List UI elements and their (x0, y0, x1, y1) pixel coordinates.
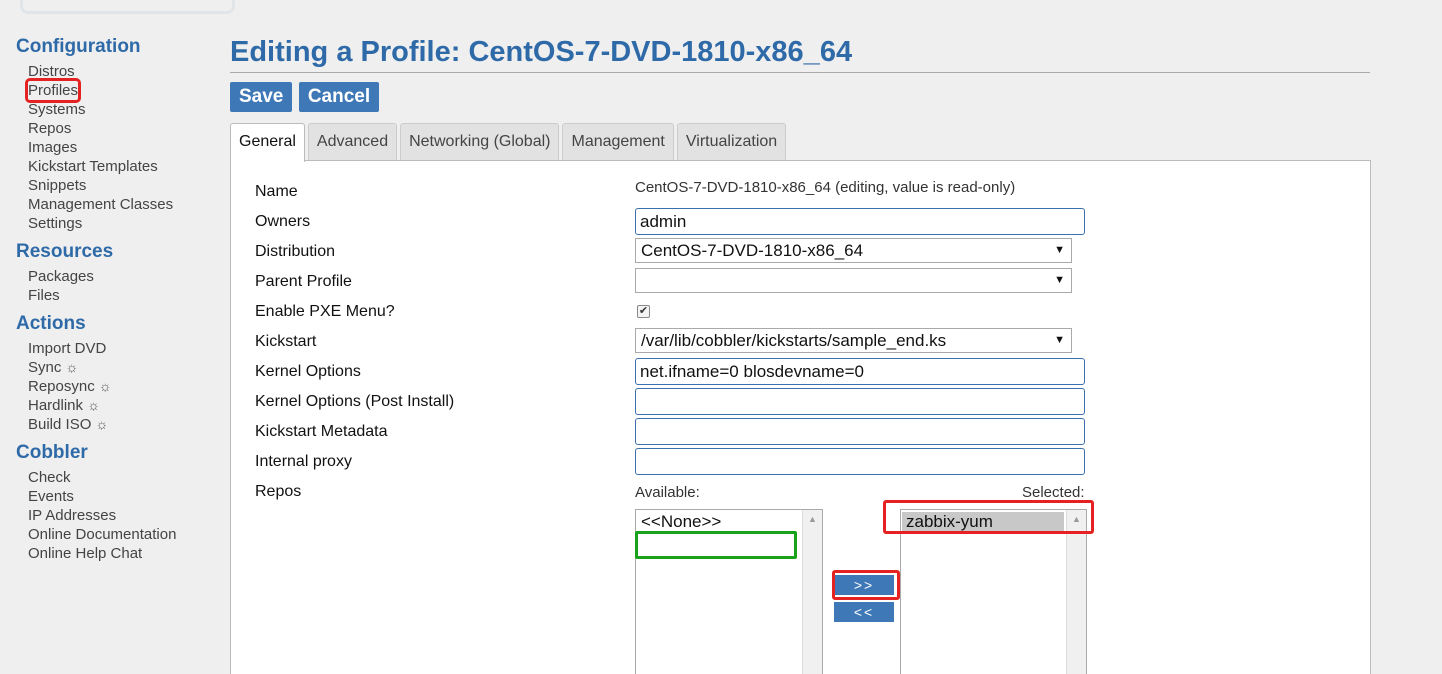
sidebar-item-hardlink-label: Hardlink (28, 397, 84, 414)
sidebar-item-images[interactable]: Images (28, 138, 216, 157)
kickstart-label: Kickstart (255, 333, 317, 350)
distribution-label: Distribution (255, 243, 336, 260)
sidebar-item-distros[interactable]: Distros (28, 62, 216, 81)
dropdown-arrow-icon: ▼ (1054, 334, 1065, 346)
tab-advanced[interactable]: Advanced (307, 123, 398, 161)
gear-icon: ☼ (65, 359, 79, 375)
dropdown-arrow-icon: ▼ (1054, 244, 1065, 256)
sidebar-item-snippets[interactable]: Snippets (28, 176, 216, 195)
sidebar-cobbler-list: Check Events IP Addresses Online Documen… (28, 468, 216, 563)
sidebar-item-build-iso-label: Build ISO (28, 416, 92, 433)
sidebar-item-repos[interactable]: Repos (28, 119, 216, 138)
sidebar-item-sync-label: Sync (28, 359, 62, 376)
sidebar-item-files[interactable]: Files (28, 286, 216, 305)
sidebar-heading-configuration: Configuration (16, 36, 141, 57)
parent-profile-select[interactable]: ▼ (635, 268, 1072, 293)
list-item[interactable]: <<None>> (637, 512, 821, 532)
sidebar-item-build-iso[interactable]: Build ISO ☼ (28, 415, 216, 434)
owners-label: Owners (255, 213, 311, 230)
kernel-options-post-label: Kernel Options (Post Install) (255, 393, 455, 410)
annotation-red-box (832, 570, 900, 600)
sidebar-item-settings[interactable]: Settings (28, 214, 216, 233)
enable-pxe-label: Enable PXE Menu? (255, 303, 395, 320)
save-button[interactable]: Save (230, 82, 293, 112)
action-buttons: Save Cancel (230, 82, 1370, 114)
sidebar-item-ip-addresses[interactable]: IP Addresses (28, 506, 216, 525)
kernel-options-post-field[interactable] (635, 388, 1085, 415)
kickstart-select[interactable]: /var/lib/cobbler/kickstarts/sample_end.k… (635, 328, 1072, 353)
kickstart-metadata-field[interactable] (635, 418, 1085, 445)
tab-bar: General Advanced Networking (Global) Man… (230, 123, 1370, 162)
kickstart-metadata-label: Kickstart Metadata (255, 423, 388, 440)
cobbler-logo (20, 0, 235, 14)
gear-icon: ☼ (87, 397, 101, 413)
parent-profile-label: Parent Profile (255, 273, 352, 290)
distribution-select[interactable]: CentOS-7-DVD-1810-x86_64 ▼ (635, 238, 1072, 263)
kickstart-selected-value: /var/lib/cobbler/kickstarts/sample_end.k… (641, 331, 947, 350)
sidebar-item-management-classes[interactable]: Management Classes (28, 195, 216, 214)
sidebar-resources-list: Packages Files (28, 267, 216, 305)
remove-repo-button[interactable]: << (834, 602, 894, 622)
sidebar-item-online-documentation[interactable]: Online Documentation (28, 525, 216, 544)
sidebar-item-sync[interactable]: Sync ☼ (28, 358, 216, 377)
kernel-options-label: Kernel Options (255, 363, 361, 380)
owners-field[interactable]: admin (635, 208, 1085, 235)
tab-management[interactable]: Management (562, 123, 674, 161)
main-content: Editing a Profile: CentOS-7-DVD-1810-x86… (230, 34, 1371, 674)
internal-proxy-field[interactable] (635, 448, 1085, 475)
sidebar-item-systems[interactable]: Systems (28, 100, 216, 119)
sidebar-item-hardlink[interactable]: Hardlink ☼ (28, 396, 216, 415)
distribution-selected-value: CentOS-7-DVD-1810-x86_64 (641, 241, 864, 260)
dropdown-arrow-icon: ▼ (1054, 274, 1065, 286)
page-title: Editing a Profile: CentOS-7-DVD-1810-x86… (230, 34, 1370, 73)
sidebar-item-reposync-label: Reposync (28, 378, 95, 395)
scroll-up-icon: ▲ (808, 514, 817, 524)
sidebar-item-packages[interactable]: Packages (28, 267, 216, 286)
tab-networking-global[interactable]: Networking (Global) (400, 123, 560, 161)
sidebar: Configuration Distros Profiles Systems R… (16, 36, 216, 571)
sidebar-item-reposync[interactable]: Reposync ☼ (28, 377, 216, 396)
cancel-button[interactable]: Cancel (298, 82, 380, 112)
internal-proxy-label: Internal proxy (255, 453, 352, 470)
tab-general[interactable]: General (230, 123, 305, 162)
repos-label: Repos (255, 483, 302, 500)
sidebar-item-profiles[interactable]: Profiles (24, 78, 82, 103)
sidebar-heading-cobbler: Cobbler (16, 442, 88, 463)
name-value: CentOS-7-DVD-1810-x86_64 (editing, value… (635, 179, 1016, 196)
scrollbar[interactable]: ▲ (802, 510, 822, 674)
sidebar-configuration-list: Distros Profiles Systems Repos Images Ki… (24, 62, 216, 233)
annotation-green-box (635, 531, 797, 559)
sidebar-actions-list: Import DVD Sync ☼ Reposync ☼ Hardlink ☼ … (28, 339, 216, 434)
sidebar-item-check[interactable]: Check (28, 468, 216, 487)
scrollbar[interactable]: ▲ (1066, 510, 1086, 674)
kernel-options-field[interactable]: net.ifname=0 blosdevname=0 (635, 358, 1085, 385)
sidebar-item-online-help-chat[interactable]: Online Help Chat (28, 544, 216, 563)
tab-virtualization[interactable]: Virtualization (676, 123, 787, 161)
enable-pxe-checkbox[interactable]: ✔ (637, 305, 650, 318)
sidebar-item-kickstart-templates[interactable]: Kickstart Templates (28, 157, 216, 176)
sidebar-item-import-dvd[interactable]: Import DVD (28, 339, 216, 358)
sidebar-heading-resources: Resources (16, 241, 114, 262)
gear-icon: ☼ (95, 416, 109, 432)
sidebar-item-events[interactable]: Events (28, 487, 216, 506)
annotation-red-box (883, 500, 1094, 534)
general-form-panel: Name CentOS-7-DVD-1810-x86_64 (editing, … (230, 160, 1371, 674)
available-repos-label: Available: (635, 484, 700, 501)
selected-repos-label: Selected: (1022, 484, 1085, 501)
sidebar-heading-actions: Actions (16, 313, 86, 334)
gear-icon: ☼ (98, 378, 112, 394)
name-label: Name (255, 183, 298, 200)
